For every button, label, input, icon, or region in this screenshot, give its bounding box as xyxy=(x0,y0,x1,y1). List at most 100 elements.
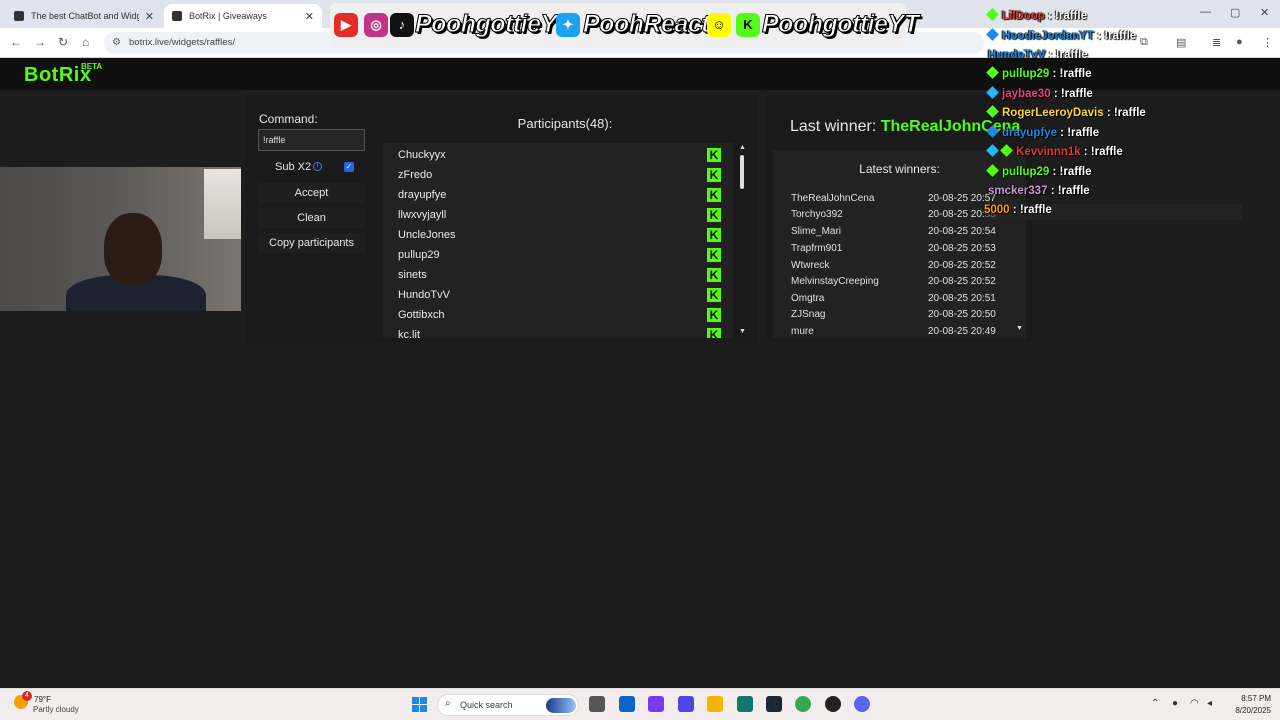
maximize-icon[interactable]: ▢ xyxy=(1230,6,1240,19)
media-icon[interactable]: ▤ xyxy=(1176,36,1186,49)
participants-list[interactable]: Chuckyyx K zFredo K drayupfye K llwxvyjayll… xyxy=(383,143,733,338)
tab-giveaways[interactable]: BotRix | Giveaways ✕ xyxy=(164,4,322,28)
search-label: Quick search xyxy=(460,700,513,710)
chat-text: : !raffle xyxy=(1106,107,1146,119)
chat-username: RogerLeeroyDavis xyxy=(1002,107,1104,119)
chat-message: jaybae30 : !raffle xyxy=(986,86,1093,104)
winner-time: 20-08-25 20:52 xyxy=(928,260,996,271)
kick-icon: K xyxy=(707,268,721,282)
participant-name: HundoTvV xyxy=(398,289,450,301)
copilot-icon[interactable] xyxy=(648,696,664,712)
back-arrow-icon[interactable]: ← xyxy=(10,35,22,49)
copy-participants-button[interactable]: Copy participants xyxy=(258,233,365,253)
chat-text: : !raffle xyxy=(1048,49,1088,61)
clean-button[interactable]: Clean xyxy=(258,208,365,228)
minimize-icon[interactable]: — xyxy=(1200,6,1211,18)
microphone-icon[interactable]: ● xyxy=(1172,698,1178,709)
chat-username: HoodieJordanYT xyxy=(1002,30,1095,42)
participants-scrollbar[interactable] xyxy=(740,155,744,189)
scroll-up-arrow-icon[interactable]: ▲ xyxy=(739,144,746,151)
tab-close-icon[interactable]: ✕ xyxy=(305,10,314,23)
participant-row[interactable]: llwxvyjayll K xyxy=(383,205,733,225)
twitter-icon: ✦ xyxy=(556,13,580,37)
command-input[interactable] xyxy=(258,129,365,151)
winner-time: 20-08-25 20:53 xyxy=(928,243,996,254)
sub-x2-checkbox[interactable]: ✓ xyxy=(344,162,354,172)
forward-arrow-icon[interactable]: → xyxy=(34,35,46,49)
home-icon[interactable]: ⌂ xyxy=(82,35,89,49)
profile-avatar-icon[interactable]: ● xyxy=(1236,36,1243,48)
participant-row[interactable]: zFredo K xyxy=(383,165,733,185)
participant-row[interactable]: drayupfye K xyxy=(383,185,733,205)
tab-close-icon[interactable]: ✕ xyxy=(145,10,154,23)
participant-row[interactable]: HundoTvV K xyxy=(383,285,733,305)
tab-chatbot[interactable]: The best ChatBot and Widgets ✕ xyxy=(6,4,162,28)
kick-icon: K xyxy=(707,248,721,262)
chat-message: 5000 : !raffle xyxy=(984,204,1242,220)
reload-icon[interactable]: ↻ xyxy=(58,35,68,49)
chat-message: pullup29 : !raffle xyxy=(986,66,1091,84)
winner-row: Omgtra 20-08-25 20:51 xyxy=(791,293,1019,309)
clock-time[interactable]: 8:57 PM xyxy=(1231,694,1271,703)
taskbar-search-box[interactable]: ⌕ Quick search xyxy=(437,694,579,716)
participant-row[interactable]: Gottibxch K xyxy=(383,305,733,325)
winner-time: 20-08-25 20:49 xyxy=(928,326,996,337)
chat-badge-icon xyxy=(986,105,999,118)
kick-icon: K xyxy=(707,328,721,338)
weather-desc: Partly cloudy xyxy=(33,705,79,714)
file-explorer-icon[interactable] xyxy=(707,696,723,712)
windows-start-icon[interactable] xyxy=(412,697,427,712)
store-icon[interactable] xyxy=(619,696,635,712)
participant-row[interactable]: pullup29 K xyxy=(383,245,733,265)
participant-row[interactable]: UncleJones K xyxy=(383,225,733,245)
instagram-icon: ◎ xyxy=(364,13,388,37)
participant-row[interactable]: sinets K xyxy=(383,265,733,285)
scroll-down-arrow-icon[interactable]: ▼ xyxy=(1016,325,1023,332)
kick-icon: K xyxy=(707,308,721,322)
sub-x2-row: Sub X2 i ✓ xyxy=(258,160,365,176)
teams-icon[interactable] xyxy=(678,696,694,712)
scroll-down-arrow-icon[interactable]: ▼ xyxy=(739,328,746,335)
command-label: Command: xyxy=(259,112,318,126)
close-window-icon[interactable]: ✕ xyxy=(1260,6,1269,19)
participant-name: pullup29 xyxy=(398,249,440,261)
menu-dots-icon[interactable]: ⋮ xyxy=(1262,36,1273,49)
tray-overflow-icon[interactable]: ⌃ xyxy=(1151,698,1159,709)
participant-name: drayupfye xyxy=(398,189,447,201)
winner-name: mure xyxy=(791,326,814,337)
winner-time: 20-08-25 20:54 xyxy=(928,226,996,237)
accept-button[interactable]: Accept xyxy=(258,183,365,203)
search-highlight-icon xyxy=(546,698,576,713)
chat-username: drayupfye xyxy=(1002,127,1057,139)
chat-username: HundoTvV xyxy=(988,49,1046,61)
chrome-icon[interactable] xyxy=(795,696,811,712)
site-info-icon[interactable]: ⚙ xyxy=(112,37,121,48)
steam-icon[interactable] xyxy=(766,696,782,712)
weather-temp: 79°F xyxy=(34,695,51,704)
task-view-icon[interactable] xyxy=(589,696,605,712)
chat-text: : !raffle xyxy=(1052,166,1092,178)
chat-badge-icon xyxy=(1000,144,1013,157)
participant-row[interactable]: Chuckyyx K xyxy=(383,145,733,165)
participant-row[interactable]: kc.lit K xyxy=(383,325,733,338)
clock-date[interactable]: 8/20/2025 xyxy=(1221,706,1271,715)
chat-badge-icon xyxy=(986,66,999,79)
chat-badge-icon xyxy=(986,8,999,21)
winner-time: 20-08-25 20:51 xyxy=(928,293,996,304)
site-favicon-icon xyxy=(14,11,24,21)
app-icon[interactable] xyxy=(737,696,753,712)
chat-username: pullup29 xyxy=(1002,68,1050,80)
reading-list-icon[interactable]: ≣ xyxy=(1212,36,1221,49)
youtube-icon: ▶ xyxy=(334,13,358,37)
info-icon[interactable]: i xyxy=(313,162,322,171)
extensions-icon[interactable]: ⧉ xyxy=(1140,36,1148,49)
obs-icon[interactable] xyxy=(825,696,841,712)
chat-message: Kevvinnn1k : !raffle xyxy=(986,144,1123,162)
discord-icon[interactable] xyxy=(854,696,870,712)
volume-icon[interactable]: ◂ xyxy=(1207,698,1212,709)
site-favicon-icon xyxy=(172,11,182,21)
winner-name: ZJSnag xyxy=(791,309,826,320)
winner-row: MelvinstayCreeping 20-08-25 20:52 xyxy=(791,276,1019,292)
wifi-icon[interactable]: ◠ xyxy=(1190,698,1199,709)
search-icon: ⌕ xyxy=(445,698,451,709)
